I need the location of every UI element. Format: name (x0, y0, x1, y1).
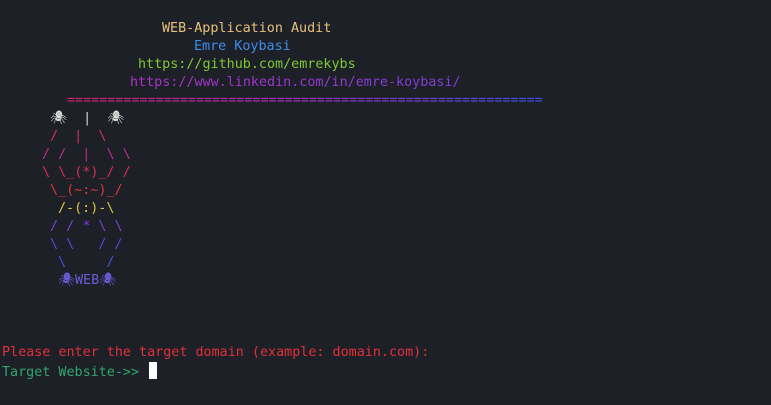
author-name: Emre Koybasi (194, 39, 291, 54)
banner-line-9: \ / (58, 255, 115, 270)
banner-line-1: 🕷 | 🕷 (50, 111, 125, 126)
input-line[interactable]: Target Website->> (2, 362, 158, 380)
text-cursor[interactable] (149, 362, 158, 379)
banner-line-3: / / | \ \ (42, 147, 131, 162)
banner-line-10: 🕷WEB🕷 (58, 273, 117, 288)
banner-line-8: \ \ / / (50, 237, 123, 252)
banner-line-7: / / * \ \ (50, 219, 123, 234)
banner-line-6: /-(:)-\ (58, 201, 115, 216)
linkedin-link: https://www.linkedin.com/in/emre-koybasi… (130, 75, 461, 90)
input-label: Target Website->> (2, 365, 148, 380)
banner-line-5: \_(~:~)_/ (50, 183, 123, 198)
terminal-window: WEB-Application Audit Emre Koybasi https… (0, 0, 771, 405)
app-title: WEB-Application Audit (162, 21, 332, 36)
github-link: https://github.com/emrekybs (138, 57, 356, 72)
header-rule: ========================================… (67, 93, 543, 108)
banner-line-4: \ \_(*)_/ / (42, 165, 131, 180)
domain-prompt-message: Please enter the target domain (example:… (2, 345, 430, 360)
banner-line-2: / | \ (50, 129, 107, 144)
